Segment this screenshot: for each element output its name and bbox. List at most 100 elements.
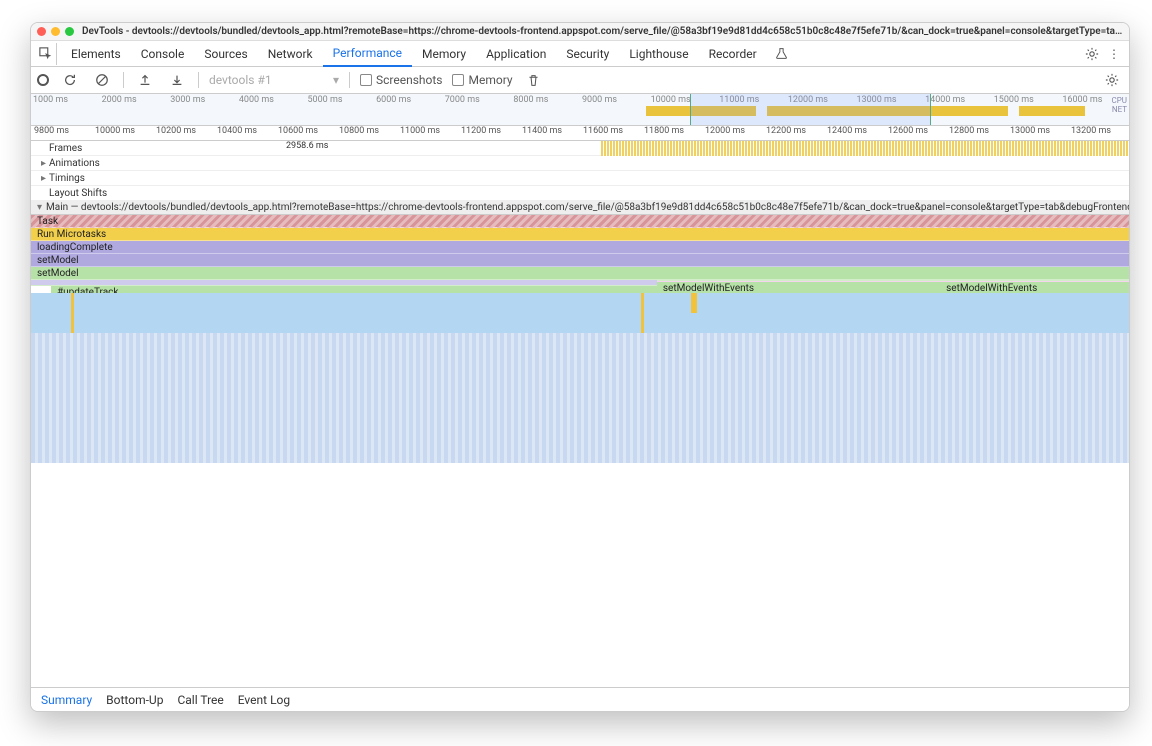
main-thread-label: Main — devtools://devtools/bundled/devto…: [46, 202, 1129, 213]
flame-loadingcomplete[interactable]: loadingComplete: [31, 241, 1129, 254]
track-label: Animations: [49, 158, 100, 169]
track-label: Timings: [49, 173, 85, 184]
screenshots-checkbox[interactable]: Screenshots: [360, 73, 442, 87]
tick: 8000 ms: [511, 95, 580, 105]
track-label: Layout Shifts: [49, 188, 107, 199]
kebab-menu-icon[interactable]: ⋮: [1103, 43, 1125, 65]
memory-checkbox[interactable]: Memory: [452, 73, 512, 87]
tick: 9000 ms: [580, 95, 649, 105]
tab-bottom-up[interactable]: Bottom-Up: [106, 693, 163, 707]
details-tabs: Summary Bottom-Up Call Tree Event Log: [31, 687, 1129, 711]
tab-event-log[interactable]: Event Log: [238, 693, 290, 707]
main-thread-header[interactable]: ▾Main — devtools://devtools/bundled/devt…: [31, 201, 1129, 215]
frame-duration: 2958.6 ms: [286, 141, 328, 151]
overview-activity: [1019, 106, 1085, 116]
tick: 3000 ms: [168, 95, 237, 105]
flame-microtasks[interactable]: Run Microtasks: [31, 228, 1129, 241]
tab-sources[interactable]: Sources: [194, 41, 257, 67]
tick: 10200 ms: [153, 126, 214, 140]
panel-tabs: Elements Console Sources Network Perform…: [31, 41, 1129, 67]
tab-security[interactable]: Security: [556, 41, 619, 67]
tick: 11200 ms: [458, 126, 519, 140]
tick: 12200 ms: [763, 126, 824, 140]
tick: 12800 ms: [946, 126, 1007, 140]
devtools-window: DevTools - devtools://devtools/bundled/d…: [30, 22, 1130, 712]
tab-call-tree[interactable]: Call Tree: [177, 693, 223, 707]
flame-task[interactable]: Task: [31, 215, 1129, 228]
download-icon[interactable]: [166, 69, 188, 91]
overview-selection[interactable]: [690, 94, 932, 125]
tab-application[interactable]: Application: [476, 41, 556, 67]
flame-chart[interactable]: Task Run Microtasks loadingComplete setM…: [31, 215, 1129, 463]
minimize-icon[interactable]: [51, 27, 60, 36]
trash-icon[interactable]: [523, 69, 545, 91]
flame-deep-region[interactable]: [31, 293, 1129, 463]
tab-elements[interactable]: Elements: [61, 41, 131, 67]
track-label: Frames: [49, 143, 82, 154]
tick: 13200 ms: [1068, 126, 1129, 140]
tab-memory[interactable]: Memory: [412, 41, 476, 67]
tab-summary[interactable]: Summary: [41, 693, 92, 707]
timeline-overview[interactable]: 1000 ms 2000 ms 3000 ms 4000 ms 5000 ms …: [31, 94, 1129, 126]
flask-icon[interactable]: [771, 43, 793, 65]
performance-toolbar: devtools #1 ▾ Screenshots Memory: [31, 67, 1129, 94]
tab-performance[interactable]: Performance: [323, 41, 412, 67]
gear-icon[interactable]: [1081, 43, 1103, 65]
capture-settings-gear-icon[interactable]: [1101, 69, 1123, 91]
overview-ticks: 1000 ms 2000 ms 3000 ms 4000 ms 5000 ms …: [31, 95, 1129, 105]
tick: 11800 ms: [641, 126, 702, 140]
profile-selector[interactable]: devtools #1 ▾: [209, 73, 339, 87]
clear-icon[interactable]: [91, 69, 113, 91]
tick: 12000 ms: [702, 126, 763, 140]
tab-lighthouse[interactable]: Lighthouse: [619, 41, 698, 67]
timings-track[interactable]: ▸Timings: [31, 171, 1129, 186]
tick: 15000 ms: [992, 95, 1061, 105]
tick: 1000 ms: [31, 95, 100, 105]
tab-console[interactable]: Console: [131, 41, 195, 67]
tick: 2000 ms: [100, 95, 169, 105]
record-button[interactable]: [37, 74, 49, 86]
overview-lane-labels: CPU NET: [1112, 96, 1127, 114]
tick: 10600 ms: [275, 126, 336, 140]
tick: 9800 ms: [31, 126, 92, 140]
layout-shifts-track[interactable]: Layout Shifts: [31, 186, 1129, 201]
frames-track[interactable]: Frames 2958.6 ms: [31, 141, 1129, 156]
cpu-label: CPU: [1112, 96, 1127, 105]
chevron-down-icon: ▾: [333, 73, 339, 87]
tick: 13000 ms: [1007, 126, 1068, 140]
frames-visual: [601, 141, 1129, 156]
screenshots-label: Screenshots: [376, 73, 442, 87]
memory-label: Memory: [468, 73, 512, 87]
detail-ruler[interactable]: 9800 ms 10000 ms 10200 ms 10400 ms 10600…: [31, 126, 1129, 141]
tab-network[interactable]: Network: [258, 41, 323, 67]
net-label: NET: [1112, 105, 1127, 114]
tick: 11000 ms: [397, 126, 458, 140]
tick: 4000 ms: [237, 95, 306, 105]
flame-setmodel2[interactable]: setModel: [31, 267, 1129, 280]
tick: 14000 ms: [923, 95, 992, 105]
tick: 12600 ms: [885, 126, 946, 140]
checkbox-icon: [452, 74, 464, 86]
checkbox-icon: [360, 74, 372, 86]
tab-recorder[interactable]: Recorder: [699, 41, 767, 67]
track-headers: Frames 2958.6 ms ▸Animations ▸Timings La…: [31, 141, 1129, 201]
animations-track[interactable]: ▸Animations: [31, 156, 1129, 171]
window-title: DevTools - devtools://devtools/bundled/d…: [82, 26, 1123, 37]
profile-selector-label: devtools #1: [209, 73, 272, 87]
tick: 6000 ms: [374, 95, 443, 105]
window-titlebar: DevTools - devtools://devtools/bundled/d…: [31, 23, 1129, 41]
tick: 10800 ms: [336, 126, 397, 140]
close-icon[interactable]: [37, 27, 46, 36]
tick: 10000 ms: [92, 126, 153, 140]
tick: 11400 ms: [519, 126, 580, 140]
window-traffic-lights[interactable]: [37, 27, 74, 36]
reload-icon[interactable]: [59, 69, 81, 91]
tick: 12400 ms: [824, 126, 885, 140]
inspect-element-icon[interactable]: [35, 43, 57, 65]
tick: 11600 ms: [580, 126, 641, 140]
upload-icon[interactable]: [134, 69, 156, 91]
flame-setmodel[interactable]: setModel: [31, 254, 1129, 267]
tick: 5000 ms: [306, 95, 375, 105]
tick: 7000 ms: [443, 95, 512, 105]
zoom-icon[interactable]: [65, 27, 74, 36]
